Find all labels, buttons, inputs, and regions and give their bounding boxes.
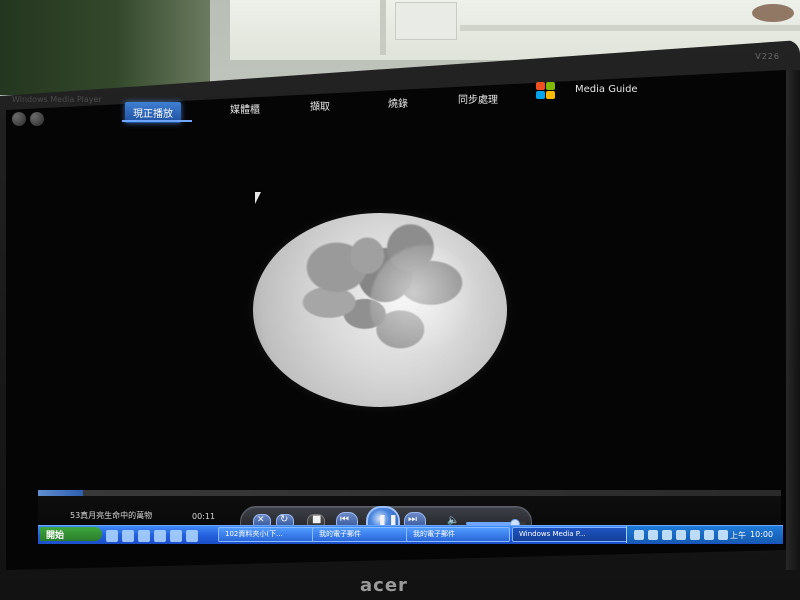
quicklaunch-icon[interactable] (106, 530, 118, 542)
navigation-buttons[interactable] (12, 111, 48, 126)
tray-clock: 10:00 (750, 530, 774, 539)
previous-icon: ⏮ (340, 514, 349, 525)
now-playing-text: 53真月亮生命中的萬物 (70, 511, 153, 520)
taskbar-item-label: 我的電子郵件 (413, 530, 455, 538)
tray-icon[interactable] (648, 530, 658, 540)
taskbar-item-active[interactable]: Windows Media P... (512, 527, 638, 542)
windows-logo-icon (536, 82, 556, 100)
wmp-window-title: Windows Media Player (12, 95, 102, 104)
tab-label: 擷取 (310, 102, 330, 113)
tab-library[interactable]: 媒體櫃 (230, 101, 260, 116)
quicklaunch-icon[interactable] (122, 530, 134, 542)
tab-rip[interactable]: 擷取 (310, 98, 330, 113)
tab-label: 現正播放 (133, 109, 173, 120)
elapsed-time: 00:11 (192, 512, 216, 521)
tab-label: 媒體櫃 (230, 105, 260, 116)
media-guide-link[interactable]: Media Guide (575, 84, 638, 95)
taskbar-item[interactable]: 我的電子郵件 (312, 527, 416, 542)
quicklaunch-icon[interactable] (154, 530, 166, 542)
room-background-left (0, 0, 210, 95)
mouse-cursor-icon (255, 192, 267, 204)
monitor-right-edge (786, 70, 800, 570)
quicklaunch-icon[interactable] (170, 530, 182, 542)
forward-icon[interactable] (30, 112, 44, 126)
start-label: 開始 (46, 530, 65, 541)
taskbar-item-label: 102資料夾小(下... (225, 530, 283, 538)
room-wall-box (395, 2, 457, 40)
quicklaunch-icon[interactable] (186, 530, 198, 542)
taskbar-item[interactable]: 我的電子郵件 (406, 527, 510, 542)
repeat-icon: ↻ (280, 514, 289, 525)
tab-label: 同步處理 (458, 95, 498, 106)
quicklaunch-icon[interactable] (138, 530, 150, 542)
room-window-frame (380, 0, 386, 55)
tray-icon[interactable] (718, 530, 728, 540)
seek-bar[interactable] (38, 490, 781, 496)
ceiling-fan (752, 4, 794, 22)
tray-icon[interactable] (634, 530, 644, 540)
moon-highlight (370, 245, 480, 365)
start-button[interactable]: 開始 (40, 527, 102, 541)
next-icon: ⏭ (408, 514, 417, 525)
room-rail (460, 25, 800, 31)
taskbar-item-label: Windows Media P... (519, 530, 586, 538)
tray-icon[interactable] (662, 530, 672, 540)
monitor-brand-top: V226 (755, 52, 780, 61)
tray-icon[interactable] (704, 530, 714, 540)
tray-icon[interactable] (690, 530, 700, 540)
tray-ampm: 上午 (730, 531, 746, 540)
seek-bar-progress (38, 490, 83, 496)
taskbar-item[interactable]: 102資料夾小(下... (218, 527, 322, 542)
tray-icon[interactable] (676, 530, 686, 540)
back-icon[interactable] (12, 112, 26, 126)
tab-burn[interactable]: 燒錄 (388, 95, 408, 110)
shuffle-icon: ✕ (257, 515, 265, 525)
tab-label: 燒錄 (388, 99, 408, 110)
media-guide-label: Media Guide (575, 84, 638, 95)
monitor-brand-logo: acer (360, 575, 408, 596)
stop-icon: ■ (312, 514, 322, 525)
taskbar-item-label: 我的電子郵件 (319, 530, 361, 538)
tab-sync[interactable]: 同步處理 (458, 91, 498, 106)
active-tab-indicator (122, 120, 192, 122)
